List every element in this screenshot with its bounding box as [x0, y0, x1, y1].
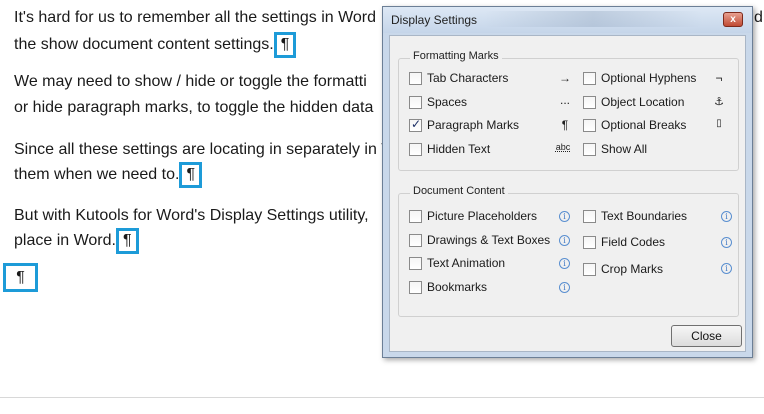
option-object-location[interactable]: Object Location ⚓ [583, 95, 733, 111]
option-hidden-text[interactable]: Hidden Text abc [409, 142, 579, 158]
doc-line-6: them when we need to. ¶ [14, 162, 203, 188]
paragraph-marks-label: Paragraph Marks [427, 118, 520, 132]
formatting-marks-group: Formatting Marks Tab Characters → Spaces… [398, 50, 739, 171]
pilcrow-icon: ¶ [186, 166, 196, 183]
optional-breaks-label: Optional Breaks [601, 118, 687, 132]
tab-characters-label: Tab Characters [427, 71, 509, 85]
anchor-icon: ⚓ [714, 96, 724, 108]
info-icon[interactable]: i [559, 235, 570, 246]
option-spaces[interactable]: Spaces ... [409, 93, 579, 111]
dots-icon: ... [559, 93, 570, 107]
picture-placeholders-checkbox[interactable] [409, 210, 422, 223]
optional-hyphens-label: Optional Hyphens [601, 71, 697, 85]
doc-line-8: place in Word. ¶ [14, 228, 139, 254]
paragraph-mark-highlight: ¶ [273, 32, 297, 58]
field-codes-label: Field Codes [601, 235, 666, 249]
text-animation-label: Text Animation [427, 256, 506, 270]
display-settings-dialog: Display Settings x Formatting Marks Tab … [382, 6, 753, 358]
spaces-label: Spaces [427, 95, 468, 109]
bookmarks-checkbox[interactable] [409, 281, 422, 294]
dialog-titlebar[interactable]: Display Settings x [383, 7, 752, 33]
pilcrow-icon: ¶ [561, 118, 569, 132]
paragraph-marks-checkbox[interactable] [409, 117, 422, 132]
info-icon[interactable]: i [721, 211, 732, 222]
not-sign-icon: ¬ [715, 71, 723, 85]
paragraph-mark-highlight: ¶ [115, 228, 139, 254]
info-icon[interactable]: i [559, 282, 570, 293]
option-crop-marks[interactable]: Crop Marks i [583, 262, 733, 278]
option-drawings-text-boxes[interactable]: Drawings & Text Boxes i [409, 233, 579, 249]
doc-line-3: We may need to show / hide or toggle the… [14, 73, 367, 90]
drawings-text-boxes-checkbox[interactable] [409, 234, 422, 247]
doc-line-5: Since all these settings are locating in… [14, 141, 397, 158]
option-paragraph-marks[interactable]: Paragraph Marks ¶ [409, 117, 579, 134]
bookmarks-label: Bookmarks [427, 280, 488, 294]
doc-line-2: the show document content settings. ¶ [14, 32, 297, 58]
option-bookmarks[interactable]: Bookmarks i [409, 280, 579, 296]
text-animation-checkbox[interactable] [409, 257, 422, 270]
optional-hyphens-checkbox[interactable] [583, 72, 596, 85]
doc-line-1-edge: d [754, 9, 763, 26]
tab-characters-checkbox[interactable] [409, 72, 422, 85]
optional-breaks-checkbox[interactable] [583, 119, 596, 132]
pilcrow-icon: ¶ [16, 269, 25, 286]
option-tab-characters[interactable]: Tab Characters → [409, 71, 579, 87]
page-edge-divider [0, 397, 764, 398]
option-text-animation[interactable]: Text Animation i [409, 256, 579, 272]
spaces-checkbox[interactable] [409, 96, 422, 109]
close-button[interactable]: Close [671, 325, 742, 347]
formatting-marks-group-title: Formatting Marks [410, 50, 502, 62]
doc-line-6-text: them when we need to. [14, 166, 180, 183]
object-location-label: Object Location [601, 95, 685, 109]
doc-line-1: It's hard for us to remember all the set… [14, 9, 377, 26]
option-field-codes[interactable]: Field Codes i [583, 235, 733, 251]
option-picture-placeholders[interactable]: Picture Placeholders i [409, 209, 579, 225]
pilcrow-icon: ¶ [280, 36, 290, 53]
doc-line-8-text: place in Word. [14, 232, 116, 249]
info-icon[interactable]: i [559, 211, 570, 222]
text-boundaries-checkbox[interactable] [583, 210, 596, 223]
doc-line-4: or hide paragraph marks, to toggle the h… [14, 99, 374, 116]
option-show-all[interactable]: Show All [583, 142, 733, 158]
crop-marks-checkbox[interactable] [583, 263, 596, 276]
option-text-boundaries[interactable]: Text Boundaries i [583, 209, 733, 225]
doc-line-2-text: the show document content settings. [14, 36, 274, 53]
document-content-group: Document Content Picture Placeholders i … [398, 185, 739, 317]
hidden-text-label: Hidden Text [427, 142, 491, 156]
dialog-client-area: Formatting Marks Tab Characters → Spaces… [389, 35, 746, 352]
field-codes-checkbox[interactable] [583, 236, 596, 249]
crop-marks-label: Crop Marks [601, 262, 664, 276]
text-boundaries-label: Text Boundaries [601, 209, 688, 223]
doc-line-7: But with Kutools for Word's Display Sett… [14, 207, 369, 224]
titlebar-ghost-text [483, 11, 703, 27]
dialog-title: Display Settings [391, 13, 478, 27]
info-icon[interactable]: i [721, 237, 732, 248]
picture-placeholders-label: Picture Placeholders [427, 209, 538, 223]
object-location-checkbox[interactable] [583, 96, 596, 109]
paragraph-mark-highlight: ¶ [3, 263, 38, 292]
hidden-text-icon: abc [555, 142, 571, 152]
close-icon[interactable]: x [723, 12, 743, 27]
paragraph-mark-highlight: ¶ [179, 162, 203, 188]
option-optional-breaks[interactable]: Optional Breaks ▯ [583, 118, 733, 134]
arrow-right-icon: → [559, 71, 571, 85]
document-content-group-title: Document Content [410, 185, 508, 197]
drawings-text-boxes-label: Drawings & Text Boxes [427, 233, 551, 247]
info-icon[interactable]: i [721, 263, 732, 274]
show-all-checkbox[interactable] [583, 143, 596, 156]
hidden-text-checkbox[interactable] [409, 143, 422, 156]
info-icon[interactable]: i [559, 258, 570, 269]
show-all-label: Show All [601, 142, 648, 156]
option-optional-hyphens[interactable]: Optional Hyphens ¬ [583, 71, 733, 87]
pilcrow-icon: ¶ [122, 232, 132, 249]
optional-break-icon: ▯ [716, 118, 722, 129]
